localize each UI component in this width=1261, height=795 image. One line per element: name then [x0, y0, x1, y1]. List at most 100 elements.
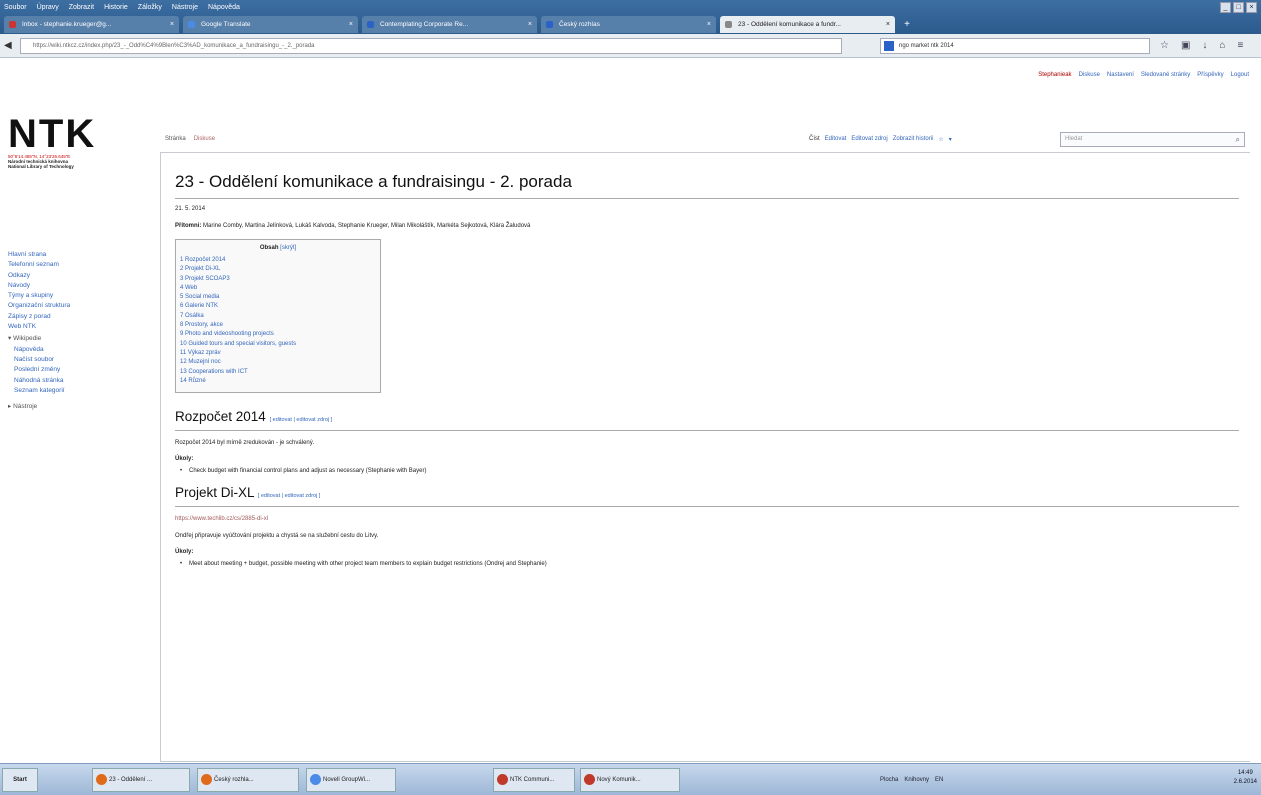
sidebar-section-wikipedie[interactable]: ▾ Wikipedie — [8, 334, 148, 344]
maximize-button[interactable]: □ — [1233, 2, 1244, 13]
toc-item[interactable]: 10 Guided tours and special visitors, gu… — [180, 340, 376, 349]
sidebar-section-tools[interactable]: ▸ Nástroje — [8, 402, 148, 412]
star-icon[interactable]: ☆ — [1160, 38, 1169, 54]
section-edit-links[interactable]: [ editovat | editovat zdroj ] — [270, 417, 333, 423]
sidebar-item-web-ntk[interactable]: Web NTK — [8, 322, 148, 332]
user-link[interactable]: Stephanieak — [1038, 72, 1071, 78]
sidebar-item-upload[interactable]: Načíst soubor — [8, 355, 148, 365]
tray-desktop[interactable]: Plocha — [880, 768, 898, 792]
toc-item[interactable]: 5 Social media — [180, 293, 376, 302]
new-tab-button[interactable]: + — [899, 18, 915, 32]
wiki-search-placeholder: Hledat — [1065, 136, 1083, 142]
toc-item[interactable]: 7 Osálka — [180, 312, 376, 321]
watch-star-icon[interactable]: ☆ — [938, 136, 943, 143]
meeting-date: 21. 5. 2014 — [175, 206, 206, 212]
tab-read[interactable]: Číst — [809, 136, 820, 143]
tab-close-icon[interactable]: × — [707, 16, 711, 33]
toc-item[interactable]: 9 Photo and videoshooting projects — [180, 330, 376, 339]
toc-item[interactable]: 14 Různé — [180, 377, 376, 386]
menu-icon[interactable]: ≡ — [1237, 38, 1243, 54]
toc-title: Obsah [skrýt] — [180, 245, 376, 251]
app-icon — [310, 774, 321, 785]
tray-libraries[interactable]: Knihovny — [904, 768, 929, 792]
toc-item[interactable]: 6 Galerie NTK — [180, 302, 376, 311]
menu-tools[interactable]: Nástroje — [172, 2, 198, 14]
browser-tab[interactable]: Český rozhlas × — [541, 16, 716, 33]
view-tabs: Číst Editovat Editovat zdroj Zobrazit hi… — [809, 136, 952, 143]
taskbar-item[interactable]: Nový Komunik... — [580, 768, 680, 792]
url-bar[interactable]: https://wiki.ntkcz.cz/index.php/23_-_Odd… — [20, 38, 842, 54]
toc-item[interactable]: 1 Rozpočet 2014 — [180, 256, 376, 265]
sidebar-item-org-structure[interactable]: Organizační struktura — [8, 301, 148, 311]
tab-favicon-icon — [188, 21, 195, 28]
sidebar-item-meeting-notes[interactable]: Zápisy z porad — [8, 312, 148, 322]
taskbar-label: Novell GroupWi... — [323, 777, 371, 783]
menu-edit[interactable]: Úpravy — [37, 2, 59, 14]
browser-tab[interactable]: Google Translate × — [183, 16, 358, 33]
toc-item[interactable]: 3 Projekt SCOAP3 — [180, 275, 376, 284]
minimize-button[interactable]: _ — [1220, 2, 1231, 13]
sidebar-item-categories[interactable]: Seznam kategorií — [8, 386, 148, 396]
tab-close-icon[interactable]: × — [170, 16, 174, 33]
tab-history[interactable]: Zobrazit historii — [893, 136, 934, 143]
tray-language[interactable]: EN — [935, 768, 943, 792]
browser-tab[interactable]: Inbox - stephanie.krueger@g... × — [4, 16, 179, 33]
menu-view[interactable]: Zobrazit — [69, 2, 94, 14]
sidebar-item-help[interactable]: Nápověda — [8, 345, 148, 355]
tab-close-icon[interactable]: × — [528, 16, 532, 33]
section-edit-links[interactable]: [ editovat | editovat zdroj ] — [258, 493, 321, 499]
watchlist-link[interactable]: Sledované stránky — [1141, 72, 1190, 78]
tab-close-icon[interactable]: × — [886, 16, 890, 33]
more-dropdown-icon[interactable]: ▾ — [949, 136, 952, 143]
menu-history[interactable]: Historie — [104, 2, 128, 14]
browser-search-box[interactable]: ngo market ntk 2014 — [880, 38, 1150, 54]
taskbar-item[interactable]: Český rozhla... — [197, 768, 299, 792]
search-engine-icon[interactable] — [884, 41, 894, 51]
toc-item[interactable]: 13 Cooperations with ICT — [180, 368, 376, 377]
toc-item[interactable]: 4 Web — [180, 284, 376, 293]
toc-toggle[interactable]: [skrýt] — [280, 245, 296, 251]
sidebar-item-random-page[interactable]: Náhodná stránka — [8, 376, 148, 386]
taskbar-item[interactable]: Novell GroupWi... — [306, 768, 396, 792]
menu-bookmarks[interactable]: Záložky — [138, 2, 162, 14]
clipboard-icon[interactable]: ▣ — [1181, 38, 1190, 54]
home-icon[interactable]: ⌂ — [1219, 38, 1225, 54]
sidebar-item-main-page[interactable]: Hlavní strana — [8, 250, 148, 260]
personal-talk-link[interactable]: Diskuse — [1079, 72, 1100, 78]
tab-close-icon[interactable]: × — [349, 16, 353, 33]
contributions-link[interactable]: Příspěvky — [1197, 72, 1223, 78]
windows-taskbar: Start 23 - Oddělení ... Český rozhla... No… — [0, 763, 1261, 795]
download-icon[interactable]: ↓ — [1202, 38, 1207, 54]
sidebar-item-guides[interactable]: Návody — [8, 281, 148, 291]
tab-edit-source[interactable]: Editovat zdroj — [851, 136, 887, 143]
sidebar-item-phone-list[interactable]: Telefonní seznam — [8, 260, 148, 270]
menu-file[interactable]: Soubor — [4, 2, 27, 14]
sidebar-item-teams[interactable]: Týmy a skupiny — [8, 291, 148, 301]
menu-help[interactable]: Nápověda — [208, 2, 240, 14]
browser-tab[interactable]: Contemplating Corporate Re... × — [362, 16, 537, 33]
tab-edit[interactable]: Editovat — [825, 136, 847, 143]
external-link[interactable]: https://www.techlib.cz/cs/2885-di-xl — [175, 515, 1250, 524]
toc-item[interactable]: 8 Prostory, akce — [180, 321, 376, 330]
tab-page[interactable]: Stránka — [165, 136, 186, 142]
logout-link[interactable]: Logout — [1231, 72, 1249, 78]
back-icon[interactable]: ◀ — [4, 39, 18, 53]
wiki-search-input[interactable]: Hledat ⌕ — [1060, 132, 1245, 147]
tab-favicon-icon — [725, 21, 732, 28]
preferences-link[interactable]: Nastavení — [1107, 72, 1134, 78]
attendees-label: Přítomni: — [175, 223, 202, 229]
taskbar-item[interactable]: NTK Communi... — [493, 768, 575, 792]
tab-discussion[interactable]: Diskuse — [194, 136, 215, 142]
site-logo[interactable]: NTK 50°6'14.485"N, 14°23'26.645"E Národn… — [8, 114, 148, 169]
browser-tab[interactable]: 23 - Oddělení komunikace a fundr... × — [720, 16, 895, 33]
taskbar-item[interactable]: 23 - Oddělení ... — [92, 768, 190, 792]
clock[interactable]: 14:49 2.6.2014 — [1234, 769, 1257, 787]
start-button[interactable]: Start — [2, 768, 38, 792]
sidebar-item-recent-changes[interactable]: Poslední změny — [8, 365, 148, 375]
toc-item[interactable]: 12 Muzejní noc — [180, 358, 376, 367]
search-icon[interactable]: ⌕ — [1236, 133, 1240, 146]
sidebar-item-links[interactable]: Odkazy — [8, 271, 148, 281]
toc-item[interactable]: 2 Projekt Di-XL — [180, 265, 376, 274]
close-window-button[interactable]: × — [1246, 2, 1257, 13]
toc-item[interactable]: 11 Výkaz zpráv — [180, 349, 376, 358]
